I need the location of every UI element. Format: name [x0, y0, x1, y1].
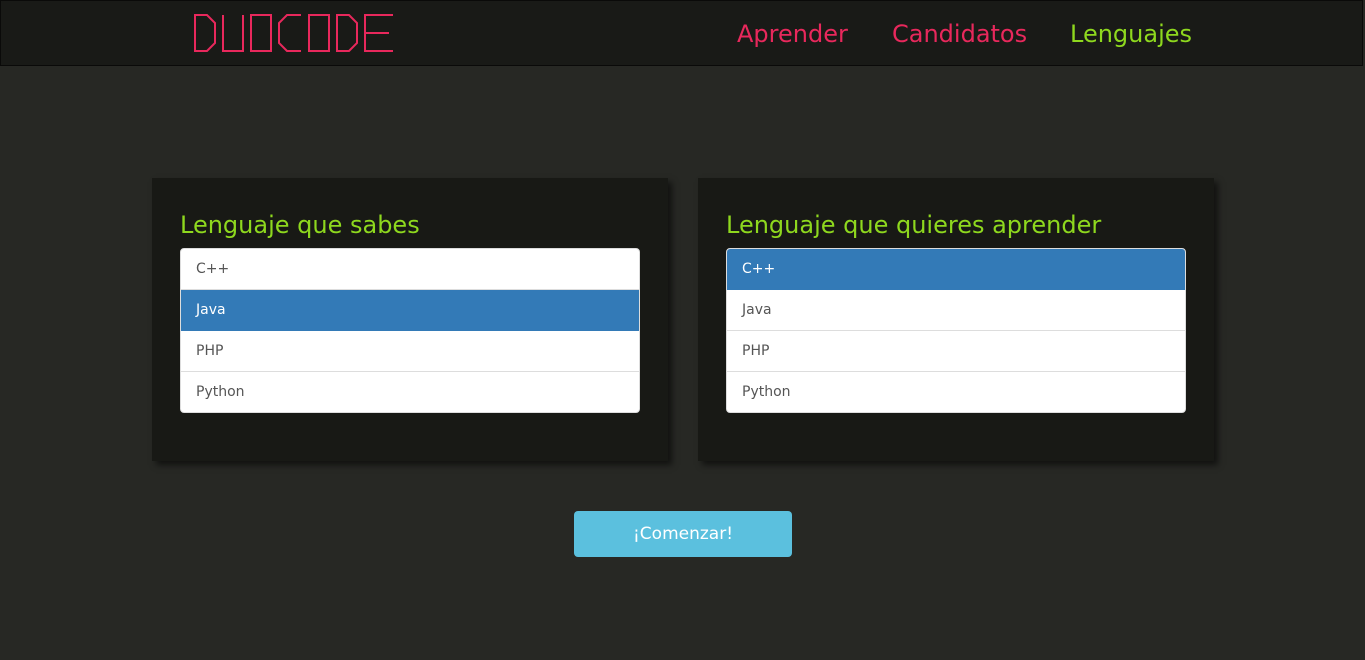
target-language-option-java[interactable]: Java	[727, 290, 1185, 331]
known-language-panel: Lenguaje que sabes C++ Java PHP Python	[152, 178, 668, 461]
known-language-list: C++ Java PHP Python	[180, 248, 640, 413]
top-navbar: Aprender Candidatos Lenguajes	[0, 0, 1363, 66]
target-language-option-python[interactable]: Python	[727, 372, 1185, 412]
known-language-option-php[interactable]: PHP	[181, 331, 639, 372]
nav-aprender[interactable]: Aprender	[737, 1, 848, 67]
duocode-logo[interactable]	[193, 13, 397, 53]
nav-lenguajes[interactable]: Lenguajes	[1070, 1, 1192, 67]
nav-candidatos[interactable]: Candidatos	[892, 1, 1027, 67]
known-language-option-python[interactable]: Python	[181, 372, 639, 412]
known-language-option-cpp[interactable]: C++	[181, 249, 639, 290]
known-language-option-java[interactable]: Java	[181, 290, 639, 331]
start-button[interactable]: ¡Comenzar!	[574, 511, 792, 557]
target-language-list: C++ Java PHP Python	[726, 248, 1186, 413]
known-language-title: Lenguaje que sabes	[180, 211, 420, 239]
target-language-panel: Lenguaje que quieres aprender C++ Java P…	[698, 178, 1214, 461]
target-language-option-cpp[interactable]: C++	[727, 249, 1185, 290]
target-language-option-php[interactable]: PHP	[727, 331, 1185, 372]
target-language-title: Lenguaje que quieres aprender	[726, 211, 1102, 239]
